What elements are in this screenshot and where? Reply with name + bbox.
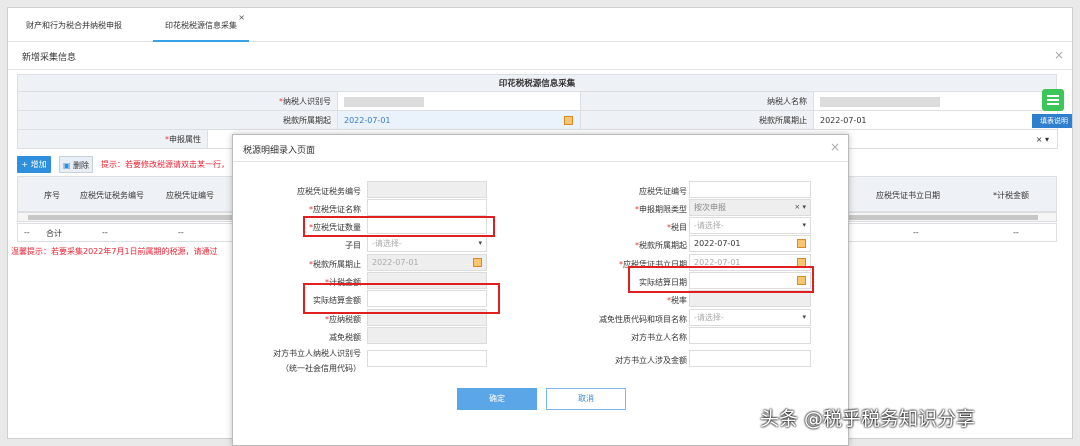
subitem-select[interactable]: -请选择- ▾ <box>367 235 487 252</box>
form-title: 印花税税源信息采集 <box>17 74 1057 92</box>
tab-close-icon[interactable]: × <box>238 8 245 36</box>
tab-label: 财产和行为税合并纳税申报 <box>26 21 122 30</box>
form-guide-button[interactable]: 填表说明 <box>1032 114 1072 128</box>
period-start-input[interactable]: 2022-07-01 <box>689 235 811 252</box>
form-row-taxpayer: *纳税人识别号 纳税人名称 <box>17 92 1058 111</box>
panel-title: 新增采集信息 <box>22 53 77 63</box>
label-counterparty-amount: 对方书立人涉及金额 <box>615 356 687 365</box>
cancel-button[interactable]: 取消 <box>546 388 626 410</box>
tax-source-detail-dialog: 税源明细录入页面 × 应税凭证税务编号 *应税凭证名称 *应税凭证数量 子目 *… <box>232 134 849 446</box>
clear-icon[interactable]: × <box>794 203 800 211</box>
add-button[interactable]: + 增加 <box>17 156 51 173</box>
taxpayer-id-label: *纳税人识别号 <box>18 92 338 111</box>
period-start-field[interactable]: 2022-07-01 <box>338 111 581 130</box>
chevron-down-icon: ▾ <box>478 239 482 247</box>
label-counterparty-id: 对方书立人纳税人识别号 <box>273 349 361 358</box>
highlight-box-qty <box>303 216 495 237</box>
toolbar-tip: 提示：若要修改税源请双击某一行， <box>101 160 229 169</box>
chevron-down-icon[interactable]: ▾ <box>1045 135 1049 144</box>
period-end-label: 税款所属期止 <box>581 111 814 130</box>
label-period-start: *税款所属期起 <box>635 241 687 250</box>
trash-icon: ▣ <box>62 161 71 170</box>
tax-doc-name-input[interactable] <box>367 199 487 216</box>
period-end-input[interactable]: 2022-07-01 <box>367 254 487 271</box>
declare-attr-label: *申报属性 <box>18 130 208 149</box>
redacted-value <box>820 96 940 107</box>
tab-bar: 财产和行为税合并纳税申报 印花税税源信息采集 × <box>8 8 1072 42</box>
col-header-amount: *计税金额 <box>993 191 1029 200</box>
delete-label: 删除 <box>73 161 90 170</box>
sum-cell: -- <box>24 228 30 237</box>
warning-text: 温馨提示：若要采集2022年7月1日前属期的税源，请通过 <box>11 247 218 256</box>
label-tax-relief: 减免税额 <box>329 333 361 342</box>
form-guide-icon[interactable] <box>1042 89 1064 111</box>
tab-label: 印花税税源信息采集 <box>165 21 237 30</box>
calendar-icon[interactable] <box>564 116 573 125</box>
confirm-button[interactable]: 确定 <box>457 388 537 410</box>
label-tax-rate: *税率 <box>667 296 687 305</box>
select-controls: × ▾ <box>1036 130 1049 149</box>
label-tax-item: *税目 <box>667 223 687 232</box>
sum-cell: -- <box>102 228 108 237</box>
panel-close-icon[interactable]: × <box>1054 48 1064 62</box>
period-start-label: 税款所属期起 <box>18 111 338 130</box>
col-header-doc-date: 应税凭证书立日期 <box>876 191 940 200</box>
label-period-type: *申报期限类型 <box>635 205 687 214</box>
clear-icon[interactable]: × <box>1036 135 1043 144</box>
tab-property-behavior-tax[interactable]: 财产和行为税合并纳税申报 <box>26 8 122 42</box>
col-header-doc-no: 应税凭证编号 <box>166 191 214 200</box>
taxpayer-name-field[interactable] <box>814 92 1058 111</box>
taxpayer-id-field[interactable] <box>338 92 581 111</box>
counterparty-id-input[interactable] <box>367 350 487 367</box>
label-counterparty-id-note: （统一社会信用代码） <box>281 364 361 373</box>
period-type-select[interactable]: 按次申报 × ▾ <box>689 199 811 216</box>
dialog-title: 税源明细录入页面 <box>243 146 316 156</box>
highlight-box-settle-amount <box>303 283 500 314</box>
calendar-icon[interactable] <box>797 239 806 248</box>
counterparty-amount-input[interactable] <box>689 350 811 367</box>
label-tax-payable: *应纳税额 <box>325 315 361 324</box>
taxpayer-name-label: 纳税人名称 <box>581 92 814 111</box>
label-subitem: 子目 <box>345 241 361 250</box>
tab-stamp-tax-source[interactable]: 印花税税源信息采集 × <box>153 8 249 42</box>
relief-code-select[interactable]: -请选择- ▾ <box>689 309 811 326</box>
redacted-value <box>344 96 424 107</box>
sum-cell: -- <box>1013 228 1019 237</box>
label-tax-doc-no: 应税凭证编号 <box>639 187 687 196</box>
period-end-field[interactable]: 2022-07-01 <box>814 111 1058 130</box>
sum-cell: -- <box>913 228 919 237</box>
tax-doc-tax-no-input[interactable] <box>367 181 487 198</box>
form-row-period: 税款所属期起 2022-07-01 税款所属期止 2022-07-01 <box>17 111 1058 130</box>
panel-header: 新增采集信息 × <box>8 42 1072 70</box>
label-tax-doc-tax-no: 应税凭证税务编号 <box>297 187 361 196</box>
sum-cell: -- <box>178 228 184 237</box>
dialog-close-icon[interactable]: × <box>830 140 840 154</box>
tax-doc-no-input[interactable] <box>689 181 811 198</box>
highlight-box-settle-date <box>628 266 814 293</box>
watermark: 头条 @税乎税务知识分享 <box>760 408 976 430</box>
dialog-header: 税源明细录入页面 × <box>233 135 848 162</box>
calendar-icon[interactable] <box>473 258 482 267</box>
chevron-down-icon: ▾ <box>802 313 806 321</box>
label-period-end: *税款所属期止 <box>309 260 361 269</box>
tax-relief-input[interactable] <box>367 327 487 344</box>
delete-button[interactable]: ▣ 删除 <box>59 156 93 173</box>
chevron-down-icon: ▾ <box>802 221 806 229</box>
label-relief-code: 减免性质代码和项目名称 <box>599 315 687 324</box>
counterparty-name-input[interactable] <box>689 327 811 344</box>
col-header-index: 序号 <box>44 191 60 200</box>
sum-cell: 合计 <box>46 229 62 238</box>
select-controls: × ▾ <box>794 203 806 211</box>
col-header-tax-doc-no: 应税凭证税务编号 <box>80 191 144 200</box>
label-tax-doc-name: *应税凭证名称 <box>309 205 361 214</box>
tax-item-select[interactable]: -请选择- ▾ <box>689 217 811 234</box>
label-counterparty-name: 对方书立人名称 <box>631 333 687 342</box>
